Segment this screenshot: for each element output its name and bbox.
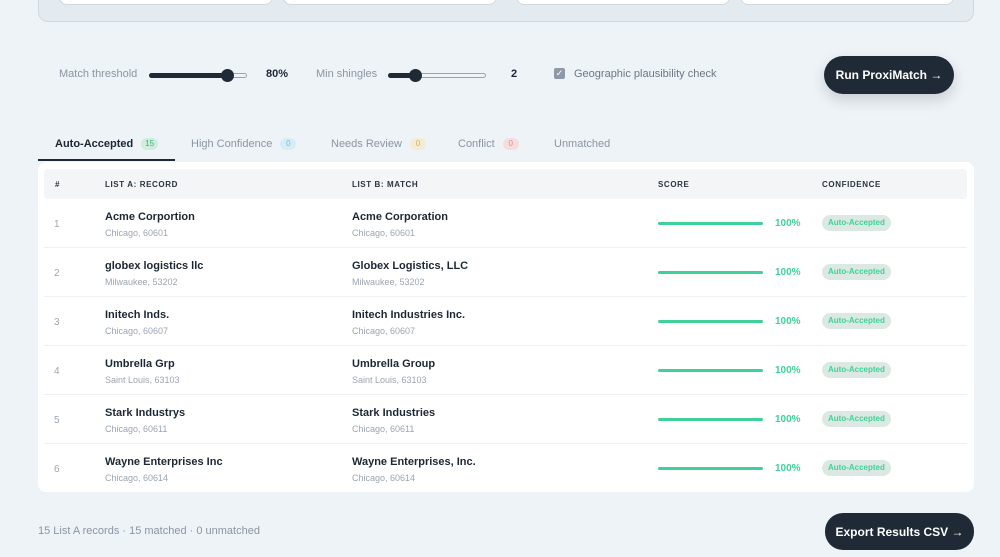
tab-label: Conflict [458, 138, 495, 150]
score-value: 100% [775, 218, 801, 229]
table-row[interactable]: 4 Umbrella Grp Saint Louis, 63103 Umbrel… [44, 346, 967, 395]
tab-label: Auto-Accepted [55, 138, 134, 150]
match-threshold-label: Match threshold [59, 68, 138, 80]
list-b-location: Saint Louis, 63103 [352, 375, 427, 385]
slider-fill [149, 73, 228, 78]
list-b-name: Stark Industries [352, 407, 436, 419]
score-value: 100% [775, 463, 801, 474]
tab-auto-accepted[interactable]: Auto-Accepted 15 [55, 126, 159, 162]
list-b-location: Chicago, 60614 [352, 473, 416, 483]
count-badge: 0 [280, 138, 297, 150]
confidence-badge: Auto-Accepted [822, 411, 891, 427]
header-score: SCORE [658, 180, 690, 189]
checkmark-icon: ✓ [555, 68, 564, 78]
score-value: 100% [775, 316, 801, 327]
geo-check-checkbox[interactable]: ✓ [554, 68, 565, 79]
score-bar [658, 222, 763, 225]
min-shingles-label: Min shingles [316, 68, 378, 80]
result-tabs: Auto-Accepted 15 High Confidence 0 Needs… [38, 126, 974, 162]
list-a-name: Stark Industrys [105, 407, 186, 419]
score-bar [658, 320, 763, 323]
list-a-location: Milwaukee, 53202 [105, 277, 178, 287]
list-a-name: Wayne Enterprises Inc [105, 456, 223, 468]
match-threshold-value: 80% [266, 68, 289, 80]
header-list-b: LIST B: MATCH [352, 180, 419, 189]
list-a-name: Initech Inds. [105, 309, 170, 321]
tab-label: High Confidence [191, 138, 273, 150]
header-list-a: LIST A: RECORD [105, 180, 178, 189]
list-a-location: Chicago, 60614 [105, 473, 169, 483]
score-bar [658, 467, 763, 470]
input-field-4[interactable] [740, 0, 954, 5]
tab-label: Unmatched [554, 138, 611, 150]
confidence-badge: Auto-Accepted [822, 215, 891, 231]
list-a-location: Chicago, 60601 [105, 228, 169, 238]
count-badge: 0 [409, 138, 426, 150]
header-confidence: CONFIDENCE [822, 180, 881, 189]
list-b-name: Globex Logistics, LLC [352, 260, 469, 272]
results-summary: 15 List A records · 15 matched · 0 unmat… [38, 525, 260, 537]
table-row[interactable]: 3 Initech Inds. Chicago, 60607 Initech I… [44, 297, 967, 346]
list-a-name: Acme Corportion [105, 211, 195, 223]
list-b-name: Acme Corporation [352, 211, 448, 223]
min-shingles-value: 2 [511, 68, 518, 80]
score-value: 100% [775, 414, 801, 425]
list-b-name: Initech Industries Inc. [352, 309, 466, 321]
table-row[interactable]: 5 Stark Industrys Chicago, 60611 Stark I… [44, 395, 967, 444]
count-badge: 15 [141, 138, 159, 150]
list-a-location: Saint Louis, 63103 [105, 375, 180, 385]
score-bar [658, 418, 763, 421]
count-badge: 0 [502, 138, 519, 150]
tab-high-confidence[interactable]: High Confidence 0 [191, 126, 297, 162]
slider-thumb[interactable] [409, 69, 423, 82]
list-a-location: Chicago, 60607 [105, 326, 169, 336]
upload-panel [38, 0, 974, 22]
list-b-name: Umbrella Group [352, 358, 436, 370]
confidence-badge: Auto-Accepted [822, 313, 891, 329]
geo-check-label: Geographic plausibility check [574, 68, 717, 80]
score-bar [658, 271, 763, 274]
table-row[interactable]: 6 Wayne Enterprises Inc Chicago, 60614 W… [44, 444, 967, 493]
list-b-name: Wayne Enterprises, Inc. [352, 456, 476, 468]
results-table: # LIST A: RECORD LIST B: MATCH SCORE CON… [38, 162, 974, 492]
export-csv-button[interactable]: Export Results CSV → [825, 513, 974, 550]
settings-row: Match threshold 80% Min shingles 2 ✓ Geo… [38, 56, 974, 94]
row-number: 6 [54, 464, 60, 475]
input-field-3[interactable] [516, 0, 730, 5]
match-threshold-slider[interactable] [149, 69, 247, 82]
confidence-badge: Auto-Accepted [822, 264, 891, 280]
score-value: 100% [775, 267, 801, 278]
slider-thumb[interactable] [221, 69, 235, 82]
row-number: 4 [54, 366, 60, 377]
list-b-location: Chicago, 60611 [352, 424, 415, 434]
list-b-location: Chicago, 60601 [352, 228, 416, 238]
tab-conflict[interactable]: Conflict 0 [458, 126, 519, 162]
list-a-name: Umbrella Grp [105, 358, 175, 370]
score-value: 100% [775, 365, 801, 376]
tab-needs-review[interactable]: Needs Review 0 [331, 126, 426, 162]
tab-label: Needs Review [331, 138, 402, 150]
score-bar [658, 369, 763, 372]
table-header: # LIST A: RECORD LIST B: MATCH SCORE CON… [44, 169, 967, 199]
list-b-location: Milwaukee, 53202 [352, 277, 425, 287]
row-number: 3 [54, 317, 60, 328]
input-field-2[interactable] [283, 0, 497, 5]
input-field-1[interactable] [59, 0, 273, 5]
table-row[interactable]: 2 globex logistics llc Milwaukee, 53202 … [44, 248, 967, 297]
confidence-badge: Auto-Accepted [822, 362, 891, 378]
header-num: # [55, 180, 61, 189]
min-shingles-slider[interactable] [388, 69, 486, 82]
run-proximatch-button[interactable]: Run ProxiMatch → [824, 56, 954, 94]
list-b-location: Chicago, 60607 [352, 326, 416, 336]
row-number: 5 [54, 415, 60, 426]
list-a-location: Chicago, 60611 [105, 424, 168, 434]
list-a-name: globex logistics llc [105, 260, 204, 272]
table-row[interactable]: 1 Acme Corportion Chicago, 60601 Acme Co… [44, 199, 967, 248]
active-tab-indicator [38, 159, 175, 161]
row-number: 2 [54, 268, 60, 279]
tab-unmatched[interactable]: Unmatched [554, 126, 610, 162]
row-number: 1 [54, 219, 60, 230]
confidence-badge: Auto-Accepted [822, 460, 891, 476]
